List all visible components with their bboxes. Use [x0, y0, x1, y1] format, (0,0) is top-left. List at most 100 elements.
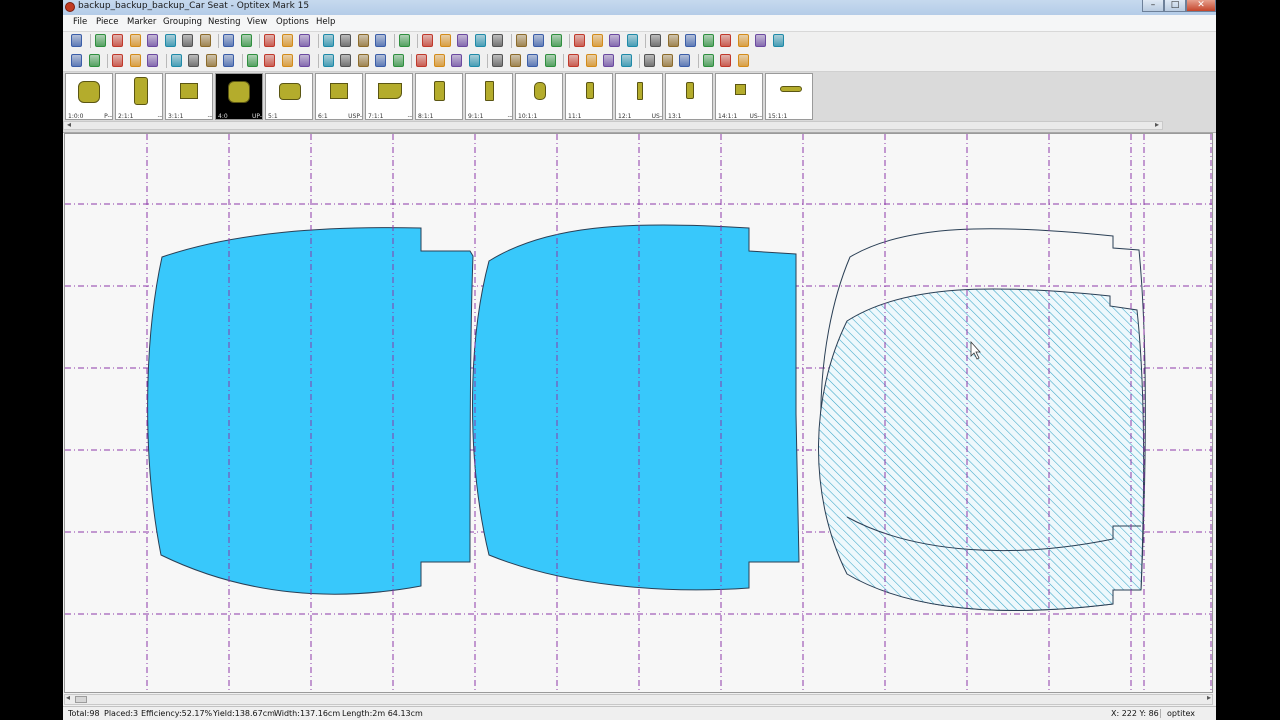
- lock-icon[interactable]: [603, 54, 614, 67]
- menu-marker[interactable]: Marker: [127, 17, 156, 27]
- zoom-out-icon[interactable]: [550, 34, 562, 47]
- pause-icon[interactable]: [129, 54, 141, 67]
- info-icon[interactable]: [357, 34, 369, 47]
- piece-thumbnail[interactable]: 5:1: [265, 73, 313, 120]
- pick-icon[interactable]: [474, 34, 486, 47]
- zoom-fit-icon[interactable]: [533, 34, 544, 47]
- swap-icon[interactable]: [492, 54, 503, 67]
- pointer-icon[interactable]: [71, 34, 82, 47]
- flip-icon[interactable]: [299, 54, 310, 67]
- scrollbar-thumb[interactable]: [75, 696, 87, 703]
- undo-icon[interactable]: [223, 34, 234, 47]
- open-recent-icon[interactable]: [147, 34, 158, 47]
- piece-thumbnail[interactable]: 6:1 USP-: [315, 73, 363, 120]
- stop-icon[interactable]: [147, 54, 158, 67]
- duplicate-icon[interactable]: [340, 34, 351, 47]
- maximize-button[interactable]: □: [1164, 0, 1186, 12]
- refresh-icon[interactable]: [468, 54, 480, 67]
- nest-all-icon[interactable]: [702, 34, 714, 47]
- menu-view[interactable]: View: [247, 17, 267, 27]
- export-icon[interactable]: [264, 34, 275, 47]
- zoom-icon[interactable]: [492, 34, 503, 47]
- minimize-button[interactable]: –: [1142, 0, 1164, 12]
- open-file-icon[interactable]: [112, 34, 123, 47]
- menu-help[interactable]: Help: [316, 17, 335, 27]
- piece-thumbnail[interactable]: 8:1:1: [415, 73, 463, 120]
- settings-icon[interactable]: [772, 34, 784, 47]
- piece-thumbnail[interactable]: 3:1:1 --: [165, 73, 213, 120]
- layer-icon[interactable]: [720, 54, 731, 67]
- piece-thumbnail[interactable]: 7:1:1 --: [365, 73, 413, 120]
- piece-thumbnail[interactable]: 2:1:1 --: [115, 73, 163, 120]
- mirror-icon[interactable]: [509, 54, 521, 67]
- play-icon[interactable]: [88, 54, 100, 67]
- notes-icon[interactable]: [375, 34, 386, 47]
- placed-piece[interactable]: [147, 227, 474, 595]
- binoculars-icon[interactable]: [281, 34, 293, 47]
- piece-thumbnail[interactable]: 11:1: [565, 73, 613, 120]
- thumbnail-scrollbar[interactable]: ◂ ▸: [63, 120, 1163, 130]
- piece-thumbnail[interactable]: 4:0 UP-: [215, 73, 263, 120]
- fill-icon[interactable]: [755, 34, 766, 47]
- piece-thumbnail[interactable]: 10:1:1: [515, 73, 563, 120]
- frame-icon[interactable]: [170, 54, 182, 67]
- select-all-icon[interactable]: [188, 54, 199, 67]
- grid-icon[interactable]: [574, 34, 585, 47]
- piece-thumbnail[interactable]: 9:1:1 --: [465, 73, 513, 120]
- menu-piece[interactable]: Piece: [96, 17, 118, 27]
- move-right-icon[interactable]: [357, 54, 369, 67]
- spread-icon[interactable]: [451, 54, 462, 67]
- placed-piece[interactable]: [472, 224, 800, 591]
- close-button[interactable]: ✕: [1186, 0, 1216, 12]
- find-icon[interactable]: [246, 54, 258, 67]
- menu-options[interactable]: Options: [276, 17, 309, 27]
- delete-piece-icon[interactable]: [609, 34, 620, 47]
- group-icon[interactable]: [626, 34, 638, 47]
- nest-icon[interactable]: [685, 34, 696, 47]
- piece-thumbnail[interactable]: 12:1 US-: [615, 73, 663, 120]
- print-icon[interactable]: [164, 34, 176, 47]
- redo-icon[interactable]: [240, 34, 252, 47]
- tile-icon[interactable]: [544, 54, 556, 67]
- excel-export-icon[interactable]: [199, 34, 211, 47]
- scroll-right-icon[interactable]: ▸: [1207, 693, 1211, 702]
- scroll-right-icon[interactable]: ▸: [1155, 120, 1159, 129]
- paste-icon[interactable]: [322, 34, 334, 47]
- new-file-icon[interactable]: [94, 34, 106, 47]
- cut-icon[interactable]: [568, 54, 579, 67]
- recycle-icon[interactable]: [398, 34, 410, 47]
- arrow-icon[interactable]: [71, 54, 82, 67]
- piece-thumbnail[interactable]: 15:1:1: [765, 73, 813, 120]
- next-icon[interactable]: [264, 54, 275, 67]
- step-icon[interactable]: [112, 54, 123, 67]
- snap-icon[interactable]: [527, 54, 538, 67]
- move-left-icon[interactable]: [340, 54, 351, 67]
- selected-piece[interactable]: [818, 288, 1145, 611]
- bundle-icon[interactable]: [679, 54, 690, 67]
- triangle-icon[interactable]: [416, 54, 427, 67]
- canvas-horizontal-scrollbar[interactable]: ◂ ▸: [64, 693, 1213, 705]
- x-delete-icon[interactable]: [585, 54, 597, 67]
- save-icon[interactable]: [129, 34, 141, 47]
- piece-thumbnail[interactable]: 14:1:1 US--: [715, 73, 763, 120]
- piece-thumbnail[interactable]: 13:1: [665, 73, 713, 120]
- move-up-icon[interactable]: [392, 54, 404, 67]
- move-down-icon[interactable]: [375, 54, 386, 67]
- reload-icon[interactable]: [644, 54, 655, 67]
- marker-canvas[interactable]: [64, 133, 1213, 693]
- split-icon[interactable]: [591, 34, 603, 47]
- color-icon[interactable]: [737, 34, 749, 47]
- print-preview-icon[interactable]: [182, 34, 193, 47]
- piece-thumbnail[interactable]: 1:0:0 P--: [65, 73, 113, 120]
- zoom-window-icon[interactable]: [515, 34, 527, 47]
- layout-icon[interactable]: [281, 54, 293, 67]
- copy-icon[interactable]: [299, 34, 310, 47]
- check-icon[interactable]: [661, 54, 673, 67]
- nest-pattern-icon[interactable]: [720, 34, 731, 47]
- align-icon[interactable]: [650, 34, 661, 47]
- clip-icon[interactable]: [205, 54, 217, 67]
- menu-nesting[interactable]: Nesting: [208, 17, 241, 27]
- ruler-icon[interactable]: [422, 34, 433, 47]
- edit-icon[interactable]: [620, 54, 632, 67]
- wand-icon[interactable]: [223, 54, 234, 67]
